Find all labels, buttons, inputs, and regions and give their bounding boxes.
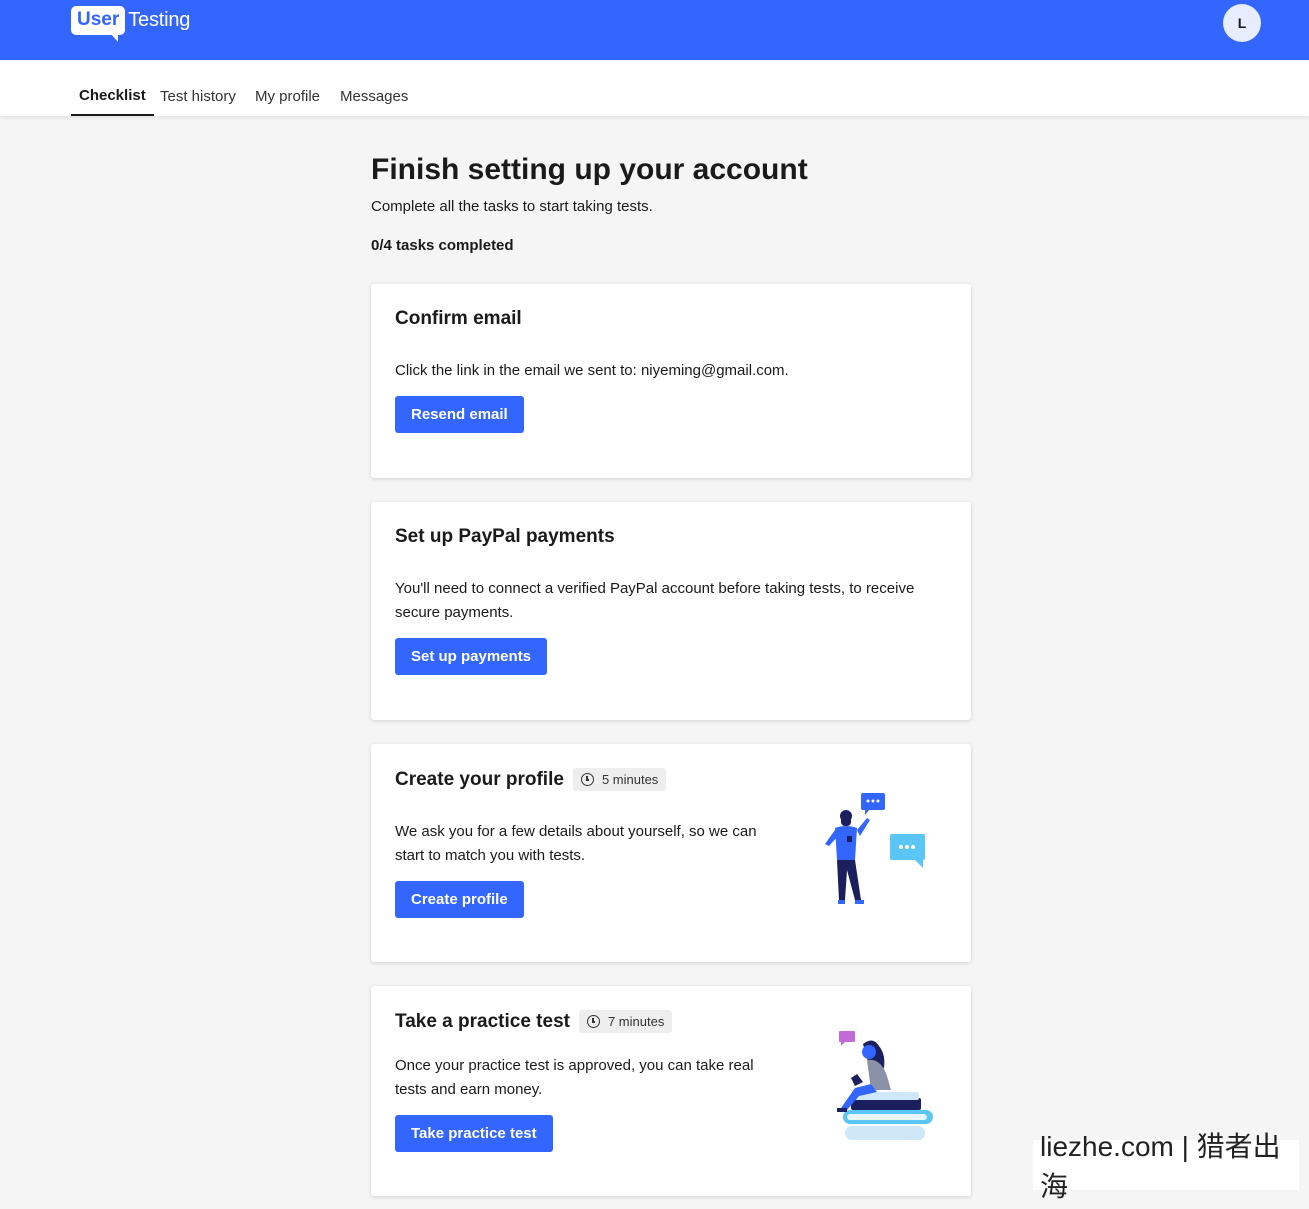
tasks-progress: 0/4 tasks completed [371,237,514,254]
resend-email-button[interactable]: Resend email [395,396,524,433]
tab-bar: Checklist Test history My profile Messag… [0,60,1309,116]
profile-illustration [825,793,925,904]
take-practice-test-button[interactable]: Take practice test [395,1115,553,1152]
practice-test-illustration [837,1031,933,1140]
duration-text: 7 minutes [607,1014,665,1029]
usertesting-logo[interactable]: User Testing [71,6,191,42]
card-title: Take a practice test [395,1010,570,1032]
tab-checklist[interactable]: Checklist [71,60,154,116]
tab-test-history[interactable]: Test history [160,60,236,116]
logo-testing-text: Testing [128,9,191,31]
card-title: Set up PayPal payments [395,526,615,547]
card-description: Click the link in the email we sent to: … [395,362,789,379]
logo-user-text: User [71,6,126,42]
user-avatar[interactable]: L [1223,4,1261,42]
duration-badge: 7 minutes [578,1010,673,1033]
clock-icon [580,773,594,786]
tab-messages[interactable]: Messages [340,60,408,116]
task-card-confirm-email: Confirm email Click the link in the emai… [371,284,971,478]
page-subtitle: Complete all the tasks to start taking t… [371,198,653,215]
checklist-header: Finish setting up your account Complete … [371,150,971,254]
top-navigation-bar: User Testing L [0,0,1309,60]
card-title: Create your profile [395,768,564,790]
set-up-payments-button[interactable]: Set up payments [395,638,548,675]
page-title: Finish setting up your account [371,153,808,186]
tab-my-profile[interactable]: My profile [255,60,320,116]
duration-badge: 5 minutes [572,768,667,791]
card-description: You'll need to connect a verified PayPal… [395,580,915,621]
card-title: Confirm email [395,308,522,329]
task-card-create-profile: Create your profile 5 minutes We ask you… [371,744,971,962]
card-description: Once your practice test is approved, you… [395,1057,754,1098]
duration-text: 5 minutes [601,772,659,787]
clock-icon [586,1015,600,1028]
card-description: We ask you for a few details about yours… [395,823,757,864]
watermark-text: liezhe.com | 猎者出海 [1033,1131,1299,1202]
task-card-practice-test: Take a practice test 7 minutes Once your… [371,986,971,1196]
create-profile-button[interactable]: Create profile [395,881,524,918]
task-card-paypal: Set up PayPal payments You'll need to co… [371,502,971,720]
